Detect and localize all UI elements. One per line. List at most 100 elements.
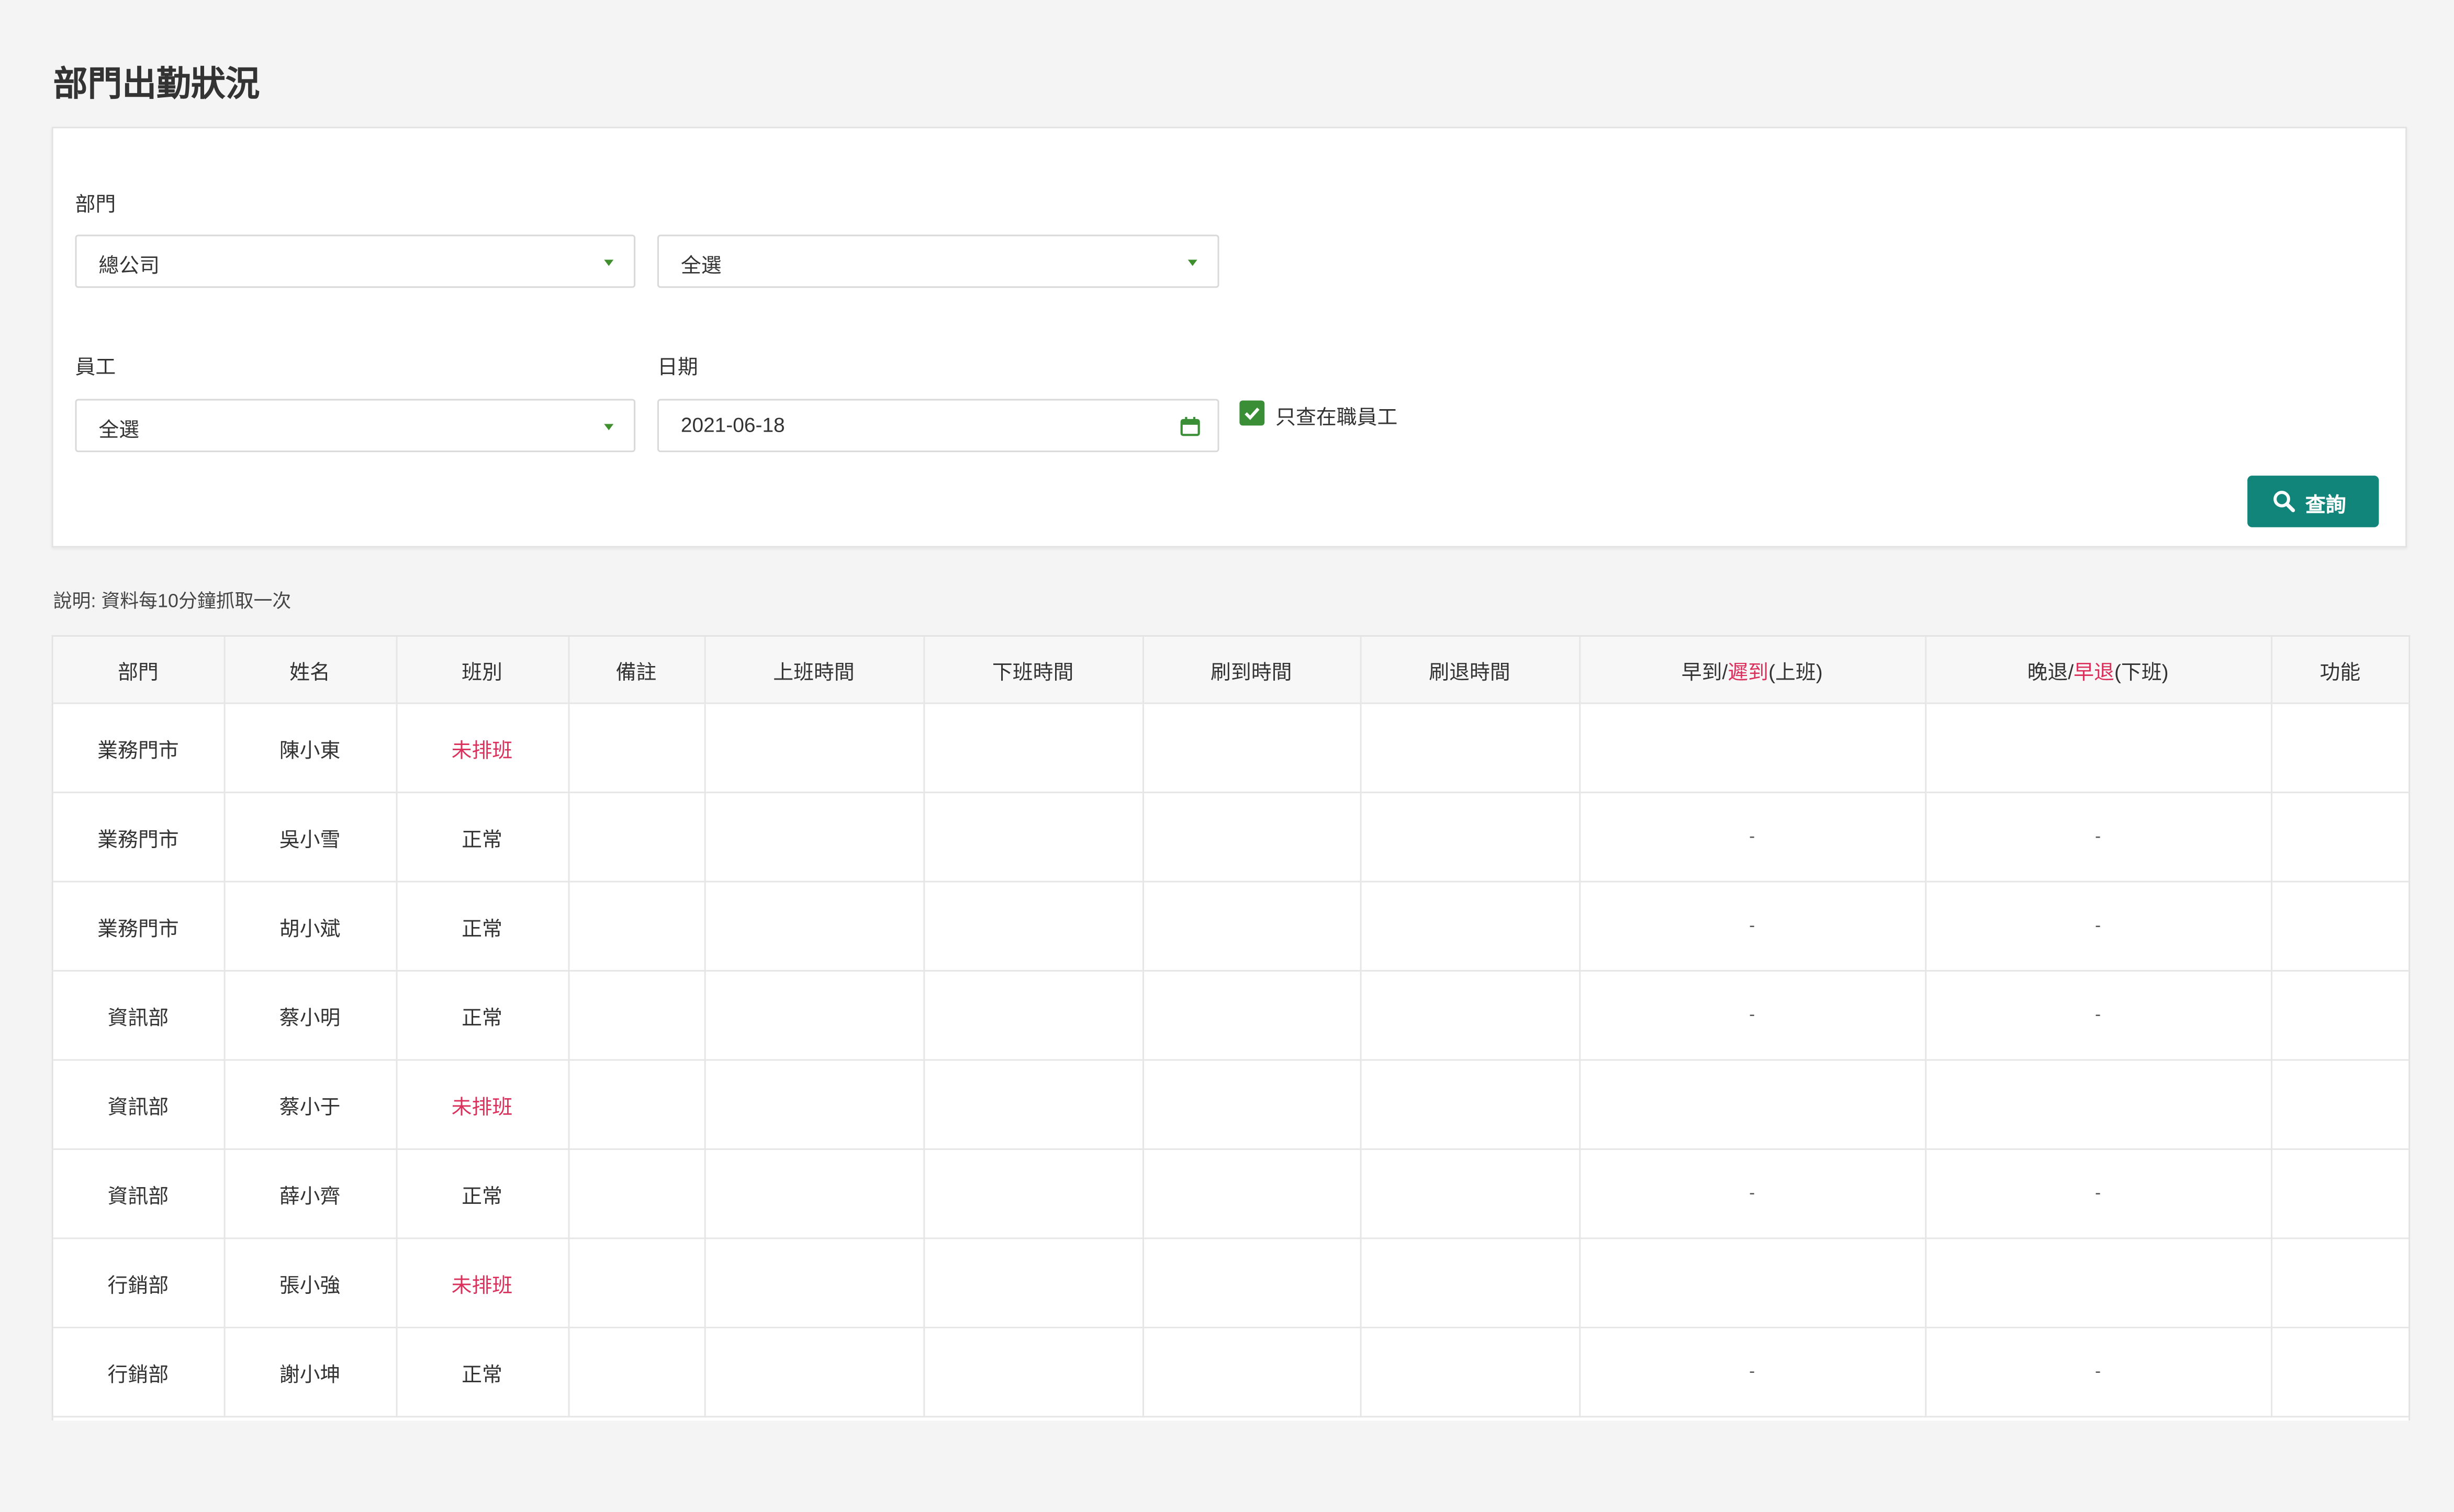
cell-clock-in xyxy=(1142,1149,1361,1239)
cell-shift: 未排班 xyxy=(396,1059,569,1150)
cell-end-time xyxy=(923,1149,1144,1239)
cell-dept: 資訊部 xyxy=(53,1149,225,1239)
cell-early-late: - xyxy=(1579,1149,1926,1239)
table-row: 資訊部 薛小齊 正常 - - xyxy=(53,1149,2409,1239)
cell-action xyxy=(2271,703,2409,794)
header-end-time: 下班時間 xyxy=(923,637,1144,704)
cell-end-time xyxy=(923,882,1144,972)
employee-select[interactable]: 全選 xyxy=(75,399,636,453)
header-early-late-a: 早到/ xyxy=(1681,659,1728,683)
cell-remark xyxy=(568,1238,705,1328)
cell-action xyxy=(2271,1059,2409,1150)
header-early-late-c: (上班) xyxy=(1768,659,1823,683)
department-select-value: 總公司 xyxy=(98,253,160,277)
cell-clock-out xyxy=(1360,971,1580,1061)
cell-start-time xyxy=(704,882,924,972)
cell-remark xyxy=(568,792,705,883)
cell-dept: 資訊部 xyxy=(53,971,225,1061)
cell-name: 胡小斌 xyxy=(223,882,397,972)
cell-late-early xyxy=(1925,1059,2272,1150)
cell-late-early: - xyxy=(1925,1327,2272,1418)
header-early-late: 早到/遲到(上班) xyxy=(1579,637,1926,704)
cell-late-early: - xyxy=(1925,792,2272,883)
only-active-checkbox[interactable] xyxy=(1239,400,1265,426)
cell-remark xyxy=(568,971,705,1061)
header-early-late-b: 遲到 xyxy=(1728,659,1769,683)
data-refresh-note: 說明: 資料每10分鐘抓取一次 xyxy=(53,590,292,612)
table-row: 資訊部 蔡小于 未排班 xyxy=(53,1059,2409,1150)
cell-start-time xyxy=(704,1149,924,1239)
cell-remark xyxy=(568,1327,705,1418)
cell-action xyxy=(2271,971,2409,1061)
cell-early-late xyxy=(1579,703,1926,794)
cell-end-time xyxy=(923,792,1144,883)
cell-shift: 未排班 xyxy=(396,1238,569,1328)
cell-dept: 資訊部 xyxy=(53,1059,225,1150)
table-header-row: 部門 姓名 班別 備註 上班時間 下班時間 刷到時間 刷退時間 早到/遲到(上班… xyxy=(53,637,2409,704)
cell-dept: 業務門市 xyxy=(53,792,225,883)
cell-start-time xyxy=(704,1238,924,1328)
calendar-icon[interactable] xyxy=(1180,416,1201,436)
header-dept: 部門 xyxy=(53,637,225,704)
sub-department-select-value: 全選 xyxy=(680,253,722,277)
date-input-value: 2021-06-18 xyxy=(680,413,785,437)
cell-late-early: - xyxy=(1925,882,2272,972)
cell-remark xyxy=(568,1149,705,1239)
header-start-time: 上班時間 xyxy=(704,637,924,704)
cell-end-time xyxy=(923,1327,1144,1418)
cell-clock-in xyxy=(1142,1059,1361,1150)
department-select[interactable]: 總公司 xyxy=(75,234,636,288)
cell-clock-in xyxy=(1142,703,1361,794)
cell-shift: 正常 xyxy=(396,882,569,972)
cell-name: 張小強 xyxy=(223,1238,397,1328)
cell-early-late xyxy=(1579,1059,1926,1150)
cell-late-early: - xyxy=(1925,971,2272,1061)
cell-shift: 正常 xyxy=(396,1149,569,1239)
header-late-early-c: (下班) xyxy=(2114,659,2169,683)
table-row: 業務門市 胡小斌 正常 - - xyxy=(53,882,2409,972)
header-name: 姓名 xyxy=(223,637,397,704)
header-shift: 班別 xyxy=(396,637,569,704)
cell-shift: 正常 xyxy=(396,971,569,1061)
table-row: 行銷部 張小強 未排班 xyxy=(53,1238,2409,1328)
sub-department-select[interactable]: 全選 xyxy=(657,234,1219,288)
cell-start-time xyxy=(704,1327,924,1418)
cell-end-time xyxy=(923,1238,1144,1328)
cell-clock-out xyxy=(1360,1327,1580,1418)
header-remark: 備註 xyxy=(568,637,705,704)
query-button-label: 查詢 xyxy=(2305,492,2346,516)
chevron-down-icon xyxy=(604,424,614,431)
cell-shift: 正常 xyxy=(396,1327,569,1418)
check-icon xyxy=(1245,408,1260,420)
cell-clock-out xyxy=(1360,792,1580,883)
cell-remark xyxy=(568,882,705,972)
attendance-table: 部門 姓名 班別 備註 上班時間 下班時間 刷到時間 刷退時間 早到/遲到(上班… xyxy=(51,635,2411,1421)
date-input[interactable]: 2021-06-18 xyxy=(657,399,1219,453)
cell-late-early xyxy=(1925,703,2272,794)
chevron-down-icon xyxy=(604,259,614,266)
cell-start-time xyxy=(704,792,924,883)
cell-late-early xyxy=(1925,1238,2272,1328)
cell-dept: 業務門市 xyxy=(53,703,225,794)
table-row: 業務門市 陳小東 未排班 xyxy=(53,703,2409,794)
cell-late-early: - xyxy=(1925,1149,2272,1239)
cell-name: 謝小坤 xyxy=(223,1327,397,1418)
header-late-early-b: 早退 xyxy=(2074,659,2114,683)
cell-action xyxy=(2271,1149,2409,1239)
cell-start-time xyxy=(704,703,924,794)
cell-dept: 行銷部 xyxy=(53,1238,225,1328)
cell-clock-in xyxy=(1142,1327,1361,1418)
cell-name: 吳小雪 xyxy=(223,792,397,883)
page-title: 部門出勤狀況 xyxy=(53,64,260,104)
cell-shift: 正常 xyxy=(396,792,569,883)
department-label: 部門 xyxy=(75,192,116,216)
cell-shift: 未排班 xyxy=(396,703,569,794)
cell-clock-out xyxy=(1360,703,1580,794)
cell-end-time xyxy=(923,703,1144,794)
cell-start-time xyxy=(704,971,924,1061)
query-button[interactable]: 查詢 xyxy=(2247,476,2379,527)
employee-label: 員工 xyxy=(75,355,116,379)
page-root: 部門出勤狀況 部門 總公司 全選 員工 全選 日期 2021-06-18 只查在… xyxy=(0,0,2454,1511)
table-row: 業務門市 吳小雪 正常 - - xyxy=(53,792,2409,883)
header-late-early-a: 晚退/ xyxy=(2027,659,2074,683)
